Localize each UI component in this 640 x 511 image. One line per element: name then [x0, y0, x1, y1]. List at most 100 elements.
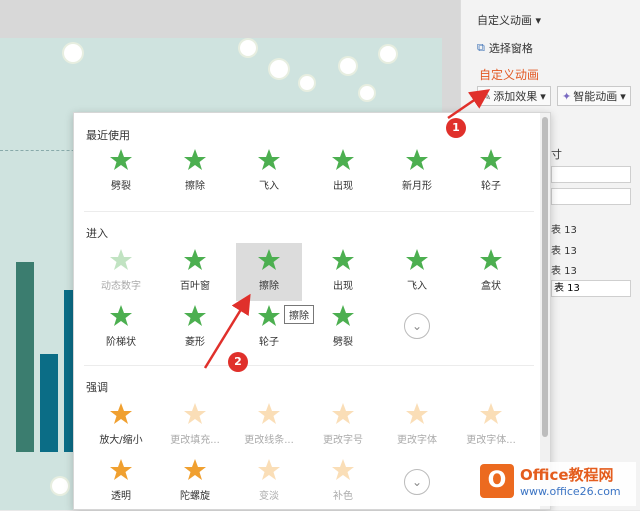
effect-label: 变淡 — [259, 491, 279, 502]
select-pane-button[interactable]: ⧉ 选择窗格 — [477, 40, 533, 56]
animation-list-item[interactable]: 表 13 — [551, 242, 577, 257]
more-effects-button[interactable]: ⌄ — [404, 469, 430, 495]
star-icon — [406, 403, 428, 424]
effect-item[interactable]: 补色 — [310, 453, 376, 511]
effect-item[interactable]: 更改字体... — [458, 397, 524, 455]
gallery-scrollbar[interactable] — [540, 113, 550, 509]
effect-label: 百叶窗 — [180, 281, 210, 292]
section-title-recent: 最近使用 — [86, 129, 130, 142]
step-badge-1: 1 — [446, 118, 466, 138]
blossom-decoration — [270, 60, 288, 78]
pencil-icon: ✎ — [482, 89, 492, 103]
effect-label: 出现 — [333, 281, 353, 292]
effect-item[interactable]: 透明 — [88, 453, 154, 511]
effect-label: 出现 — [333, 181, 353, 192]
star-icon — [258, 403, 280, 424]
panel-field[interactable] — [551, 188, 631, 205]
add-effect-button[interactable]: ✎ 添加效果 ▾ — [477, 86, 551, 106]
select-pane-icon: ⧉ — [477, 41, 485, 54]
blossom-decoration — [340, 58, 356, 74]
smart-animation-button[interactable]: ✦ 智能动画 ▾ — [557, 86, 631, 106]
chart-bar — [16, 262, 34, 452]
star-icon — [480, 249, 502, 270]
logo-name: Office教程网 — [520, 466, 614, 484]
star-icon — [184, 459, 206, 480]
effect-label: 飞入 — [407, 281, 427, 292]
section-divider — [84, 365, 534, 366]
star-icon — [258, 149, 280, 170]
effect-label: 透明 — [111, 491, 131, 502]
tooltip: 擦除 — [284, 305, 314, 324]
effect-label: 放大/缩小 — [99, 435, 143, 446]
section-title-emphasis: 强调 — [86, 381, 108, 394]
effect-item[interactable]: 百叶窗 — [162, 243, 228, 301]
blossom-decoration — [360, 86, 374, 100]
effect-item[interactable]: 擦除 — [162, 143, 228, 201]
effect-item[interactable]: 变淡 — [236, 453, 302, 511]
effect-item[interactable]: 更改填充... — [162, 397, 228, 455]
effect-item[interactable]: 阶梯状 — [88, 299, 154, 357]
chart-bar — [40, 354, 58, 452]
effect-item[interactable]: 飞入 — [236, 143, 302, 201]
blossom-decoration — [300, 76, 314, 90]
blossom-decoration — [380, 46, 396, 62]
effect-label: 擦除 — [259, 281, 279, 292]
effect-label: 轮子 — [259, 337, 279, 348]
more-effects-button[interactable]: ⌄ — [404, 313, 430, 339]
star-icon — [184, 149, 206, 170]
star-icon — [184, 305, 206, 326]
effect-item[interactable]: 陀螺旋 — [162, 453, 228, 511]
scrollbar-thumb[interactable] — [542, 117, 548, 437]
star-icon — [258, 249, 280, 270]
effect-label: 更改字体... — [466, 435, 516, 446]
effect-label: 更改字体 — [397, 435, 437, 446]
star-icon — [332, 305, 354, 326]
star-icon — [406, 249, 428, 270]
chevron-down-icon: ▾ — [620, 89, 626, 103]
star-icon — [480, 149, 502, 170]
blossom-decoration — [240, 40, 256, 56]
animation-list-item[interactable]: 表 13 — [551, 262, 577, 277]
effect-item[interactable]: 擦除 — [236, 243, 302, 301]
effect-label: 阶梯状 — [106, 337, 136, 348]
effect-label: 更改线条... — [244, 435, 294, 446]
effect-item[interactable]: 更改字体 — [384, 397, 450, 455]
effect-item[interactable]: 出现 — [310, 243, 376, 301]
effect-label: 新月形 — [402, 181, 432, 192]
panel-heading: 自定义动画 — [479, 68, 540, 82]
star-icon — [110, 149, 132, 170]
star-icon — [110, 305, 132, 326]
effect-label: 劈裂 — [111, 181, 131, 192]
effect-item[interactable]: 盒状 — [458, 243, 524, 301]
effect-item[interactable]: 放大/缩小 — [88, 397, 154, 455]
effect-item[interactable]: 更改字号 — [310, 397, 376, 455]
effect-item[interactable]: 出现 — [310, 143, 376, 201]
step-badge-2: 2 — [228, 352, 248, 372]
effect-label: 劈裂 — [333, 337, 353, 348]
blossom-decoration — [64, 44, 82, 62]
animation-list-item[interactable]: 表 13 — [551, 221, 577, 236]
watermark-logo: O Office教程网 www.office26.com — [478, 462, 636, 506]
effect-label: 盒状 — [481, 281, 501, 292]
blossom-decoration — [52, 478, 68, 494]
star-icon — [332, 459, 354, 480]
star-icon — [184, 249, 206, 270]
panel-field[interactable] — [551, 166, 631, 183]
star-icon — [258, 459, 280, 480]
effect-item[interactable]: 更改线条... — [236, 397, 302, 455]
panel-title[interactable]: 自定义动画 ▾ — [477, 12, 541, 28]
office-logo-icon: O — [480, 464, 514, 498]
section-title-entrance: 进入 — [86, 227, 108, 240]
effect-item[interactable]: 动态数字 — [88, 243, 154, 301]
effect-item[interactable]: 劈裂 — [310, 299, 376, 357]
effect-item[interactable]: 轮子 — [458, 143, 524, 201]
section-divider — [84, 211, 534, 212]
effect-item[interactable]: 新月形 — [384, 143, 450, 201]
effect-item[interactable]: 菱形 — [162, 299, 228, 357]
effect-item[interactable]: 飞入 — [384, 243, 450, 301]
animation-list-item[interactable]: 表 13 — [551, 280, 631, 297]
effect-item[interactable]: 劈裂 — [88, 143, 154, 201]
effect-label: 更改填充... — [170, 435, 220, 446]
star-icon — [406, 149, 428, 170]
effect-label: 更改字号 — [323, 435, 363, 446]
